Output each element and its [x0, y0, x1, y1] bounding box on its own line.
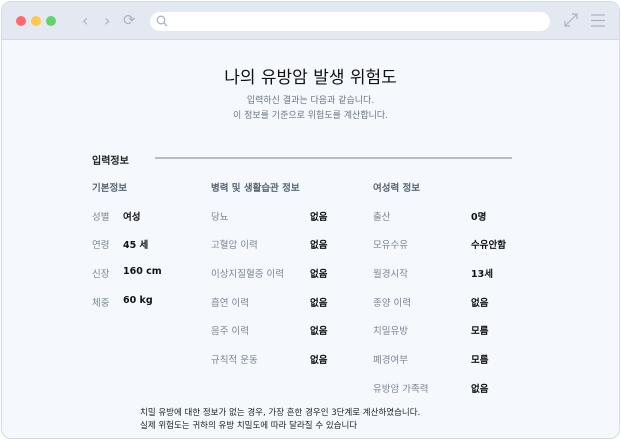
- row-value: 없음: [310, 240, 328, 252]
- browser-toolbar: ‹ › ⟳: [2, 2, 619, 40]
- close-button[interactable]: [16, 16, 26, 26]
- row-label: 신장: [92, 269, 110, 281]
- column-heading: 기본정보: [92, 183, 127, 194]
- forward-icon[interactable]: ›: [104, 11, 110, 30]
- row-label: 폐경여부: [373, 355, 408, 367]
- browser-window: ‹ › ⟳ 나의 유방암 발생 위험도 입력하신 결과는 다음과 같습니다. 이…: [1, 1, 620, 439]
- info-row: 연령 45 세: [92, 237, 162, 266]
- row-value: 13세: [471, 269, 493, 281]
- history-column: 병력 및 생활습관 정보 당뇨 없음 고혈압 이력 없음 이상지질혈증 이력 없음 흡…: [211, 180, 327, 381]
- row-label: 모유수유: [373, 240, 408, 252]
- row-value: 수유안함: [471, 240, 506, 252]
- footnote: 치밀 유방에 대한 정보가 없는 경우, 가장 흔한 경우인 3단계로 계산하였…: [140, 408, 421, 418]
- back-icon[interactable]: ‹: [82, 11, 88, 30]
- info-row: 출산 0명: [373, 209, 506, 238]
- row-label: 월경시작: [373, 269, 408, 281]
- search-icon: [156, 15, 168, 27]
- address-bar[interactable]: [150, 12, 550, 31]
- row-label: 흡연 이력: [211, 297, 249, 309]
- row-value: 없음: [310, 326, 328, 338]
- info-row: 종양 이력 없음: [373, 295, 506, 324]
- row-label: 출산: [373, 211, 391, 223]
- info-row: 월경시작 13세: [373, 266, 506, 295]
- row-label: 종양 이력: [373, 297, 411, 309]
- page-title: 나의 유방암 발생 위험도: [224, 68, 397, 88]
- info-row: 체중 60 kg: [92, 295, 162, 324]
- row-label: 이상지질혈증 이력: [211, 269, 284, 281]
- row-value: 0명: [471, 211, 487, 223]
- subtitle-line: 입력하신 결과는 다음과 같습니다.: [246, 96, 375, 106]
- row-value: 없음: [471, 383, 489, 395]
- info-row: 폐경여부 모름: [373, 352, 506, 381]
- info-row: 규칙적 운동 없음: [211, 352, 327, 381]
- row-value: 모름: [471, 355, 489, 367]
- row-label: 당뇨: [211, 211, 229, 223]
- row-value: 여성: [123, 211, 141, 223]
- expand-icon[interactable]: [564, 13, 578, 27]
- row-value: 없음: [310, 297, 328, 309]
- row-value: 60 kg: [123, 294, 153, 306]
- row-value: 모름: [471, 326, 489, 338]
- row-value: 없음: [310, 269, 328, 281]
- row-label: 고혈압 이력: [211, 240, 258, 252]
- row-label: 음주 이력: [211, 326, 249, 338]
- row-value: 없음: [310, 355, 328, 367]
- row-label: 규칙적 운동: [211, 355, 258, 367]
- basic-info-column: 기본정보 성별 여성 연령 45 세 신장 160 cm 체중 60 kg: [92, 180, 162, 323]
- reload-icon[interactable]: ⟳: [123, 11, 136, 29]
- footnote: 실제 위험도는 귀하의 유방 치밀도에 따라 달라질 수 있습니다: [140, 421, 358, 431]
- row-label: 치밀유방: [373, 326, 408, 338]
- subtitle-line: 이 정보를 기준으로 위험도를 계산합니다.: [232, 111, 389, 121]
- row-value: 없음: [310, 211, 328, 223]
- section-divider: [155, 157, 512, 159]
- row-value: 160 cm: [123, 266, 162, 278]
- female-history-column: 여성력 정보 출산 0명 모유수유 수유안함 월경시작 13세 종양 이력 없음 치밀유…: [373, 180, 506, 410]
- menu-icon[interactable]: [591, 14, 605, 27]
- row-label: 체중: [92, 297, 110, 309]
- row-value: 45 세: [123, 240, 149, 252]
- row-label: 연령: [92, 240, 110, 252]
- maximize-button[interactable]: [46, 16, 56, 26]
- minimize-button[interactable]: [31, 16, 41, 26]
- row-value: 없음: [471, 297, 489, 309]
- info-row: 고혈압 이력 없음: [211, 237, 327, 266]
- info-row: 신장 160 cm: [92, 266, 162, 295]
- info-row: 치밀유방 모름: [373, 323, 506, 352]
- info-row: 성별 여성: [92, 209, 162, 238]
- info-row: 이상지질혈증 이력 없음: [211, 266, 327, 295]
- column-heading: 병력 및 생활습관 정보: [211, 183, 300, 194]
- section-title: 입력정보: [92, 156, 129, 167]
- info-row: 당뇨 없음: [211, 209, 327, 238]
- column-heading: 여성력 정보: [373, 183, 421, 194]
- info-row: 음주 이력 없음: [211, 323, 327, 352]
- info-row: 모유수유 수유안함: [373, 237, 506, 266]
- row-label: 성별: [92, 211, 110, 223]
- info-row: 흡연 이력 없음: [211, 295, 327, 324]
